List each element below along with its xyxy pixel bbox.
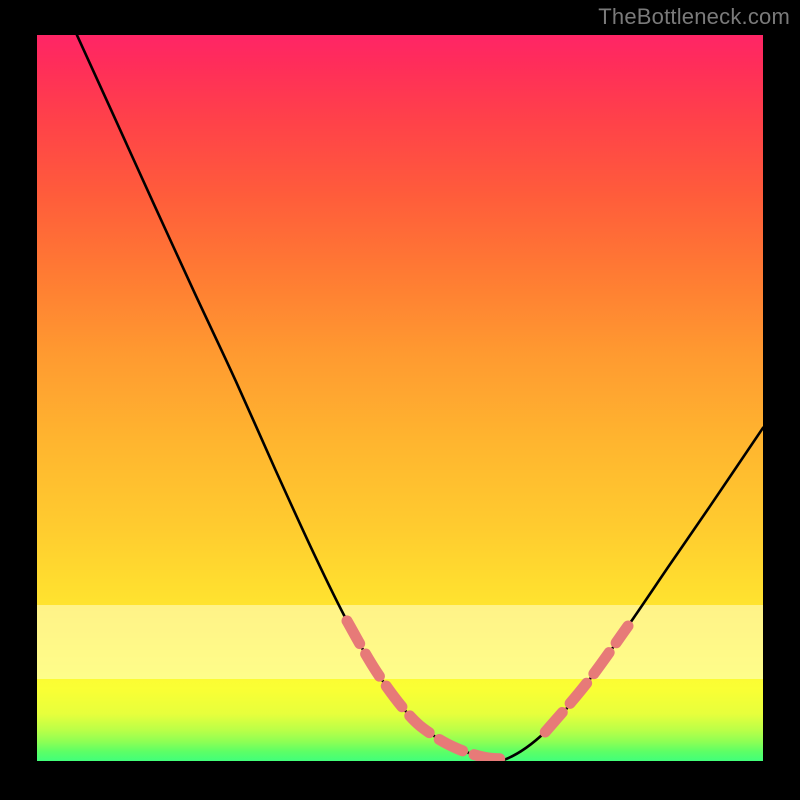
bottleneck-curve — [77, 35, 763, 761]
watermark-text: TheBottleneck.com — [598, 4, 790, 30]
curve-layer — [37, 35, 763, 761]
dashed-highlight-right — [545, 626, 628, 732]
chart-root: TheBottleneck.com — [0, 0, 800, 800]
plot-area — [37, 35, 763, 761]
dashed-highlight-left — [347, 621, 507, 759]
